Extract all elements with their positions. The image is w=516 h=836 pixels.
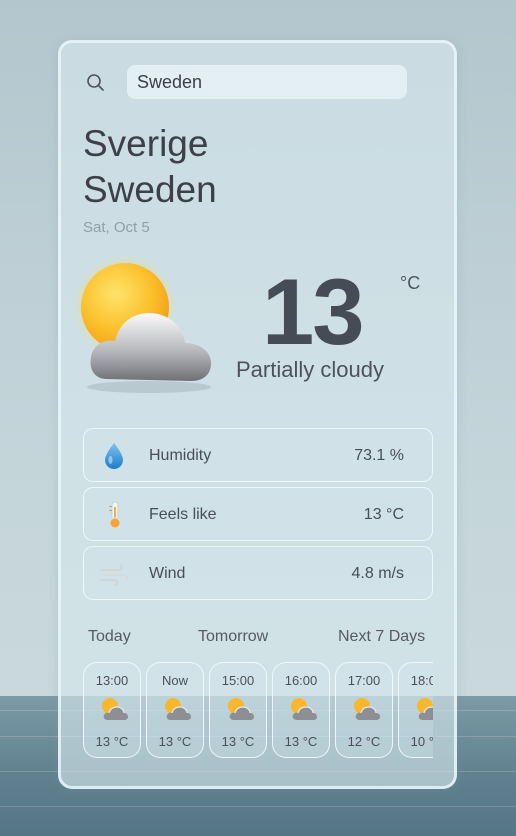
detail-wind: Wind 4.8 m/s xyxy=(83,546,433,600)
hourly-item[interactable]: 13:00 13 °C xyxy=(83,662,141,758)
tab-today[interactable]: Today xyxy=(88,628,131,646)
location-name: Sverige Sweden xyxy=(83,121,217,213)
thermometer-icon xyxy=(109,501,121,529)
weather-card: Sverige Sweden Sat, Oct 5 13 °C P xyxy=(58,40,457,789)
tab-next-7-days[interactable]: Next 7 Days xyxy=(338,628,425,646)
sun-cloud-icon xyxy=(228,698,254,720)
hourly-temp: 13 °C xyxy=(95,734,129,749)
search-input[interactable] xyxy=(127,65,407,99)
hourly-temp: 13 °C xyxy=(158,734,192,749)
sun-cloud-icon xyxy=(354,698,380,720)
hourly-time: 16:00 xyxy=(284,673,318,688)
hourly-time: 18:00 xyxy=(410,673,433,688)
hourly-item[interactable]: 17:00 12 °C xyxy=(335,662,393,758)
tab-tomorrow[interactable]: Tomorrow xyxy=(198,628,268,646)
feels-like-label: Feels like xyxy=(149,506,217,523)
sun-cloud-icon xyxy=(102,698,128,720)
wind-label: Wind xyxy=(149,565,186,582)
humidity-value: 73.1 % xyxy=(354,447,404,464)
hourly-time: 17:00 xyxy=(347,673,381,688)
temperature-unit: °C xyxy=(400,273,421,293)
current-date: Sat, Oct 5 xyxy=(83,219,150,236)
current-condition: Partially cloudy xyxy=(236,357,384,382)
humidity-label: Humidity xyxy=(149,447,212,464)
hourly-item[interactable]: 18:00 10 °C xyxy=(398,662,433,758)
hourly-item[interactable]: 16:00 13 °C xyxy=(272,662,330,758)
detail-feels-like: Feels like 13 °C xyxy=(83,487,433,541)
water-drop-icon xyxy=(105,443,123,469)
hourly-forecast[interactable]: 13:00 13 °C Now 13 °C 15:00 13 °C 16:00 … xyxy=(83,662,433,762)
sun-cloud-icon xyxy=(165,698,191,720)
wind-value: 4.8 m/s xyxy=(351,565,404,582)
sun-cloud-icon xyxy=(417,698,433,720)
location-line-2: Sweden xyxy=(83,169,217,210)
hourly-time: Now xyxy=(161,673,188,688)
hourly-item[interactable]: Now 13 °C xyxy=(146,662,204,758)
location-line-1: Sverige xyxy=(83,123,209,164)
hourly-temp: 13 °C xyxy=(221,734,255,749)
wind-icon xyxy=(99,564,128,586)
hourly-temp: 10 °C xyxy=(410,734,433,749)
hourly-temp: 12 °C xyxy=(347,734,381,749)
feels-like-value: 13 °C xyxy=(363,506,404,523)
hourly-item[interactable]: 15:00 13 °C xyxy=(209,662,267,758)
hourly-temp: 13 °C xyxy=(284,734,318,749)
search-icon[interactable] xyxy=(86,73,106,93)
hourly-time: 15:00 xyxy=(221,673,255,688)
hourly-time: 13:00 xyxy=(95,673,129,688)
detail-humidity: Humidity 73.1 % xyxy=(83,428,433,482)
current-temperature: 13 xyxy=(262,259,365,364)
sun-behind-cloud-icon xyxy=(73,257,211,393)
sun-cloud-icon xyxy=(291,698,317,720)
